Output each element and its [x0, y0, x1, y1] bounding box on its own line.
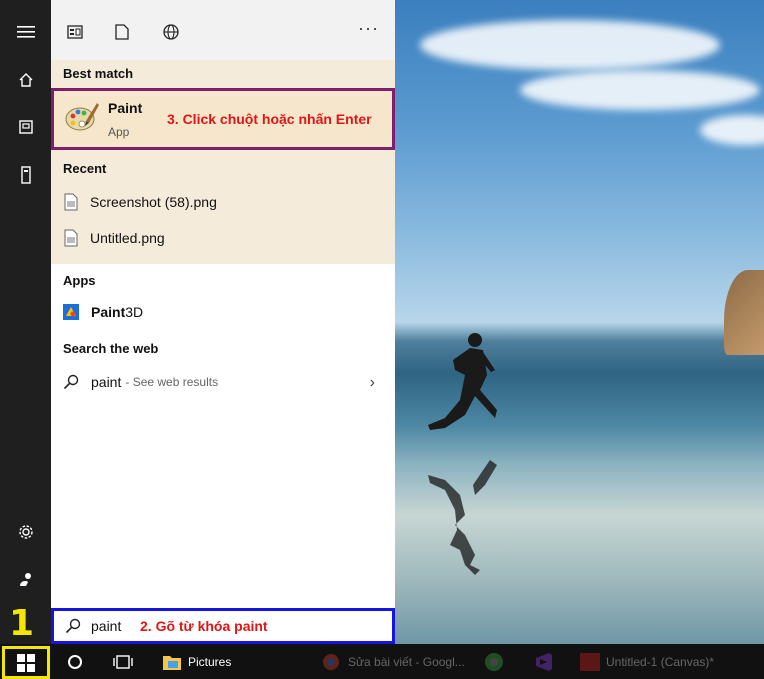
- search-icon: [63, 374, 79, 390]
- user-button[interactable]: [0, 559, 51, 599]
- taskbar-pictures-label: Pictures: [188, 654, 232, 669]
- documents-icon: [18, 120, 33, 134]
- annotation-step-1: 1: [9, 603, 35, 644]
- document-icon: [115, 24, 129, 40]
- best-match-type: App: [108, 125, 130, 139]
- start-button[interactable]: [2, 646, 50, 679]
- image-file-icon: [64, 229, 78, 247]
- search-input-value: paint: [91, 618, 122, 634]
- user-icon: [19, 573, 31, 586]
- runner-silhouette: [428, 333, 497, 430]
- task-view-button[interactable]: [110, 644, 136, 679]
- recent-item[interactable]: Screenshot (58).png: [63, 190, 217, 214]
- web-result[interactable]: paint - See web results ›: [63, 374, 381, 392]
- results-area: Best match Paint App 3. Click chuột hoặc…: [51, 60, 395, 264]
- taskbar-browser-2[interactable]: [484, 644, 504, 679]
- expand-menu-button[interactable]: [0, 12, 51, 52]
- folder-icon: [163, 655, 181, 670]
- taskbar-chrome[interactable]: Sửa bài viết - Googl...: [322, 644, 465, 679]
- taskbar-canvas-label: Untitled-1 (Canvas)*: [606, 654, 715, 669]
- more-options-button[interactable]: ···: [358, 18, 379, 39]
- app-result-name: Paint: [91, 304, 126, 320]
- search-input[interactable]: paint 2. Gõ từ khóa paint: [51, 608, 395, 644]
- windows-logo-icon: [17, 653, 35, 672]
- paint-palette-icon: [65, 103, 99, 131]
- taskbar-chrome-label: Sửa bài viết - Googl...: [348, 654, 465, 669]
- cortana-button[interactable]: [63, 644, 87, 679]
- search-icon: [65, 618, 81, 634]
- app-result-paint-3d[interactable]: Paint 3D: [63, 304, 143, 320]
- visual-studio-icon: [536, 652, 552, 671]
- image-file-icon: [64, 193, 78, 211]
- app-result-suffix: 3D: [125, 304, 144, 320]
- web-hint: - See web results: [125, 375, 219, 389]
- apps-heading: Apps: [63, 273, 96, 288]
- documents-button[interactable]: [0, 107, 51, 147]
- best-match-heading: Best match: [63, 66, 134, 81]
- canvas-app-icon: [580, 652, 600, 671]
- globe-icon: [163, 24, 179, 40]
- cliff: [724, 270, 764, 355]
- chrome-icon: [323, 653, 339, 670]
- recent-item-label: Untitled.png: [90, 230, 165, 246]
- home-button[interactable]: [0, 60, 51, 100]
- apps-view-icon: [67, 25, 83, 39]
- annotation-step-3: 3. Click chuột hoặc nhấn Enter: [167, 111, 372, 127]
- settings-button[interactable]: [0, 512, 51, 552]
- recent-item[interactable]: Untitled.png: [63, 226, 165, 250]
- web-filter-button[interactable]: [159, 20, 183, 44]
- chevron-right-icon[interactable]: ›: [370, 374, 375, 392]
- tower-icon: [20, 166, 31, 184]
- apps-view-button[interactable]: [63, 20, 87, 44]
- web-query: paint: [91, 374, 122, 390]
- chrome-icon: [485, 652, 503, 671]
- recent-heading: Recent: [63, 161, 107, 176]
- best-match-name: Paint: [108, 100, 143, 116]
- taskbar-canvas[interactable]: Untitled-1 (Canvas)*: [580, 644, 714, 679]
- home-icon: [19, 73, 32, 87]
- paint-3d-icon: [63, 304, 79, 320]
- runner-reflection: [428, 460, 497, 575]
- settings-icon: [18, 525, 33, 539]
- tower-button[interactable]: [0, 155, 51, 195]
- taskbar-pictures[interactable]: Pictures: [162, 644, 231, 679]
- recent-item-label: Screenshot (58).png: [90, 194, 217, 210]
- apps-and-web-area: Apps Paint 3D Search the web paint - See…: [51, 264, 395, 608]
- annotation-step-2: 2. Gõ từ khóa paint: [140, 618, 268, 634]
- panel-toolbar: ···: [51, 0, 395, 60]
- best-match-paint[interactable]: Paint App 3. Click chuột hoặc nhấn Enter: [51, 88, 395, 150]
- task-view-icon: [113, 654, 133, 669]
- hamburger-icon: [16, 26, 35, 38]
- search-panel: ··· Best match Paint App 3. Click chuột …: [51, 0, 395, 644]
- start-rail: [0, 0, 51, 644]
- search-web-heading: Search the web: [63, 341, 159, 356]
- cortana-circle-icon: [68, 654, 82, 669]
- taskbar-visual-studio[interactable]: [534, 644, 554, 679]
- documents-filter-button[interactable]: [110, 20, 134, 44]
